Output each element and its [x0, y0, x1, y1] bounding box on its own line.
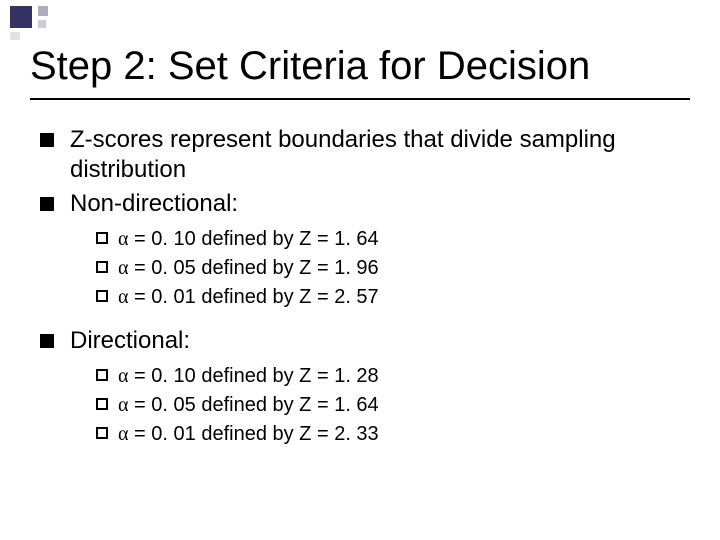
square-bullet-icon [40, 133, 54, 147]
slide-title: Step 2: Set Criteria for Decision [30, 44, 690, 89]
hollow-square-bullet-icon [96, 290, 108, 302]
sub-bullet-text: α = 0. 05 defined by Z = 1. 96 [118, 254, 690, 283]
sub-bullet-text: α = 0. 10 defined by Z = 1. 28 [118, 362, 690, 391]
sub-bullet-group: α = 0. 10 defined by Z = 1. 64 α = 0. 05… [96, 225, 690, 312]
bullet-text: Directional: [70, 326, 690, 356]
slide-body: Z-scores represent boundaries that divid… [40, 125, 690, 463]
hollow-square-bullet-icon [96, 398, 108, 410]
square-bullet-icon [40, 334, 54, 348]
alpha-value: = 0. 10 [134, 365, 196, 387]
alpha-symbol: α [118, 286, 128, 308]
alpha-symbol: α [118, 228, 128, 250]
alpha-value: = 0. 10 [134, 228, 196, 250]
sub-bullet-text: α = 0. 10 defined by Z = 1. 64 [118, 225, 690, 254]
sub-bullet-item: α = 0. 01 defined by Z = 2. 33 [96, 420, 690, 449]
sub-bullet-item: α = 0. 10 defined by Z = 1. 28 [96, 362, 690, 391]
hollow-square-bullet-icon [96, 369, 108, 381]
z-definition: defined by Z = 2. 57 [201, 286, 378, 308]
corner-decoration [0, 0, 80, 34]
slide: Step 2: Set Criteria for Decision Z-scor… [0, 0, 720, 540]
sub-bullet-item: α = 0. 10 defined by Z = 1. 64 [96, 225, 690, 254]
bullet-text: Non-directional: [70, 189, 690, 219]
hollow-square-bullet-icon [96, 261, 108, 273]
bullet-item: Z-scores represent boundaries that divid… [40, 125, 690, 185]
sub-bullet-text: α = 0. 05 defined by Z = 1. 64 [118, 391, 690, 420]
z-definition: defined by Z = 1. 64 [201, 394, 378, 416]
sub-bullet-item: α = 0. 01 defined by Z = 2. 57 [96, 283, 690, 312]
sub-bullet-item: α = 0. 05 defined by Z = 1. 96 [96, 254, 690, 283]
alpha-value: = 0. 05 [134, 394, 196, 416]
z-definition: defined by Z = 1. 28 [201, 365, 378, 387]
sub-bullet-item: α = 0. 05 defined by Z = 1. 64 [96, 391, 690, 420]
alpha-symbol: α [118, 423, 128, 445]
sub-bullet-text: α = 0. 01 defined by Z = 2. 57 [118, 283, 690, 312]
sub-bullet-group: α = 0. 10 defined by Z = 1. 28 α = 0. 05… [96, 362, 690, 449]
alpha-symbol: α [118, 365, 128, 387]
alpha-value: = 0. 01 [134, 286, 196, 308]
alpha-value: = 0. 01 [134, 423, 196, 445]
square-bullet-icon [40, 197, 54, 211]
alpha-value: = 0. 05 [134, 257, 196, 279]
alpha-symbol: α [118, 257, 128, 279]
bullet-item: Non-directional: [40, 189, 690, 219]
z-definition: defined by Z = 2. 33 [201, 423, 378, 445]
hollow-square-bullet-icon [96, 427, 108, 439]
z-definition: defined by Z = 1. 64 [201, 228, 378, 250]
z-definition: defined by Z = 1. 96 [201, 257, 378, 279]
sub-bullet-text: α = 0. 01 defined by Z = 2. 33 [118, 420, 690, 449]
bullet-text: Z-scores represent boundaries that divid… [70, 125, 690, 185]
alpha-symbol: α [118, 394, 128, 416]
bullet-item: Directional: [40, 326, 690, 356]
hollow-square-bullet-icon [96, 232, 108, 244]
title-underline [30, 98, 690, 100]
